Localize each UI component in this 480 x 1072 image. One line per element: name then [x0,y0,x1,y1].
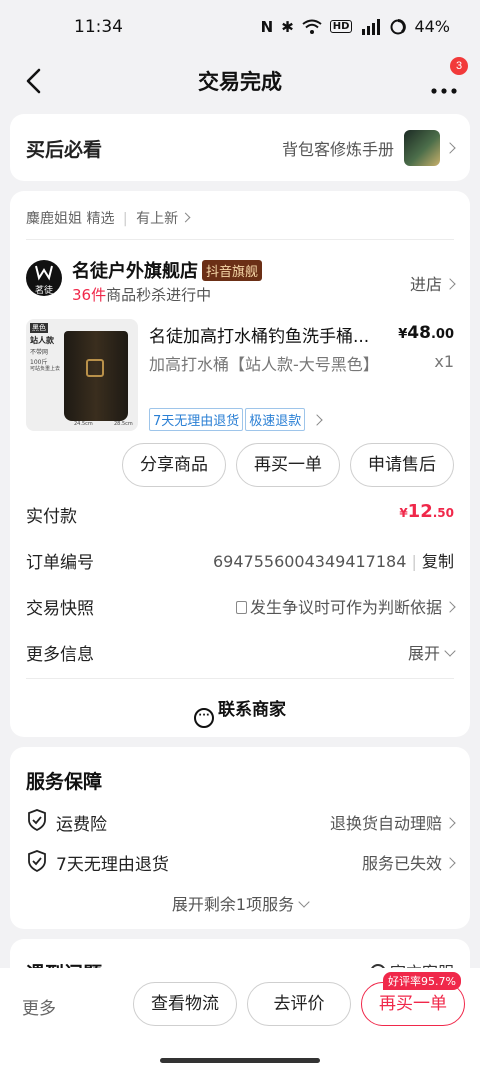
chevron-right-icon [444,278,456,290]
divider [26,678,454,679]
chevron-right-icon [444,142,456,154]
tag-fast-refund: 极速退款 [245,408,306,431]
thumb-label-width: 24.5cm [74,421,93,427]
notification-badge: 3 [450,57,468,75]
buy-again-button[interactable]: 再买一单 [236,443,340,487]
chevron-down-icon [298,896,310,908]
battery-icon [390,18,407,34]
chevron-right-icon [444,857,456,869]
service-guarantee-card: 服务保障 运费险 退换货自动理赔 7天无理由退货 服务已失效 展开剩余1项服务 [10,747,470,929]
bucket-logo-mark [86,359,104,377]
home-indicator [160,1058,320,1063]
signal-icon [362,18,381,35]
guide-thumbnail [404,130,440,166]
order-card: 麋鹿姐姐 精选 | 有上新 茗徒 名徒户外旗舰店 抖音旗舰 36件商品秒杀进行中… [10,191,470,737]
flash-count: 36件 [72,286,107,304]
thumb-label-color: 黑色 [30,323,48,333]
paid-label: 实付款 [26,507,77,527]
product-qty: x1 [434,352,454,371]
chat-bubble-icon: ··· [194,708,214,728]
tag-7day-return: 7天无理由退货 [149,408,244,431]
thumb-label-depth: 28.5cm [114,421,133,427]
wifi-icon [302,19,322,34]
status-icons: N ✱ HD 44% [261,17,450,36]
chevron-right-icon [311,413,323,426]
hd-icon: HD [329,20,353,33]
source-new-link[interactable]: 有上新 [136,211,178,227]
nav-header: 交易完成 3 [0,56,480,106]
store-name: 名徒户外旗舰店 [72,261,198,282]
thumb-label-net: 不带网 [30,349,49,356]
more-info-label: 更多信息 [26,645,94,665]
contact-seller-button[interactable]: ··· 联系商家 [10,695,470,728]
order-number-label: 订单编号 [26,553,94,573]
rating-badge: 好评率95.7% [383,972,461,990]
more-info-expand[interactable]: 展开 [408,640,456,664]
aftersale-guide-card[interactable]: 买后必看 背包客修炼手册 [10,114,470,181]
battery-percent: 44% [414,17,450,36]
store-logo[interactable]: 茗徒 [26,260,62,296]
chevron-right-icon [180,212,191,223]
product-title[interactable]: 名徒加高打水桶钓鱼洗手桶... [149,322,389,347]
share-product-button[interactable]: 分享商品 [122,443,226,487]
store-logo-icon [35,265,53,281]
product-service-tags[interactable]: 7天无理由退货 极速退款 [149,408,323,431]
nfc-icon: N [260,17,274,36]
snapshot-link[interactable]: 发生争议时可作为判断依据 [235,594,456,618]
order-number-value: 6947556004349417184 [212,552,407,571]
expand-services-button[interactable]: 展开剩余1项服务 [10,891,470,915]
chevron-right-icon [444,817,456,829]
document-icon [235,601,247,614]
copy-order-button[interactable]: 复制 [422,552,454,571]
bottom-action-bar: 更多 查看物流 去评价 再买一单 好评率95.7% [0,968,480,1072]
more-actions-link[interactable]: 更多 [22,994,56,1019]
enter-store-button[interactable]: 进店 [410,271,456,295]
flash-text: 商品秒杀进行中 [106,286,212,304]
shield-check-icon [28,850,46,873]
service-title: 服务保障 [26,771,103,793]
product-price: ¥48.00 [398,323,454,343]
service-item-link[interactable]: 服务已失效 [362,850,456,874]
service-item-link[interactable]: 退换货自动理赔 [330,810,456,834]
snapshot-label: 交易快照 [26,599,94,619]
order-number-row: 6947556004349417184 | 复制 [212,552,454,571]
bluetooth-icon: ✱ [281,17,294,36]
service-item-name: 7天无理由退货 [56,855,169,875]
apply-aftersale-button[interactable]: 申请售后 [350,443,454,487]
source-line: 麋鹿姐姐 精选 | 有上新 [26,208,191,228]
write-review-button[interactable]: 去评价 [247,982,351,1026]
store-name-line[interactable]: 名徒户外旗舰店 抖音旗舰 [72,257,263,283]
guide-text: 背包客修炼手册 [281,140,394,159]
shield-check-icon [28,809,46,832]
flash-sale-line: 36件商品秒杀进行中 [72,284,211,305]
chevron-down-icon [444,645,456,657]
page-title: 交易完成 [198,70,282,94]
thumb-label-style: 站人款 [30,336,54,345]
thumb-label-note: 可站负重上去 [30,366,61,372]
source-name: 麋鹿姐姐 精选 [26,211,115,227]
aftersale-label: 买后必看 [26,139,103,161]
flagship-tag: 抖音旗舰 [202,259,263,281]
divider [26,239,454,240]
paid-amount: ¥12.50 [399,501,454,522]
status-bar: 11:34 N ✱ HD 44% [0,0,480,56]
chevron-right-icon [444,601,456,613]
product-variant: 加高打水桶【站人款-大号黑色】 [149,355,379,374]
product-thumbnail[interactable]: 黑色 站人款 不带网 100斤 可站负重上去 24.5cm 28.5cm [26,319,138,431]
status-time: 11:34 [74,17,123,37]
service-item-name: 运费险 [56,815,107,835]
view-logistics-button[interactable]: 查看物流 [133,982,237,1026]
